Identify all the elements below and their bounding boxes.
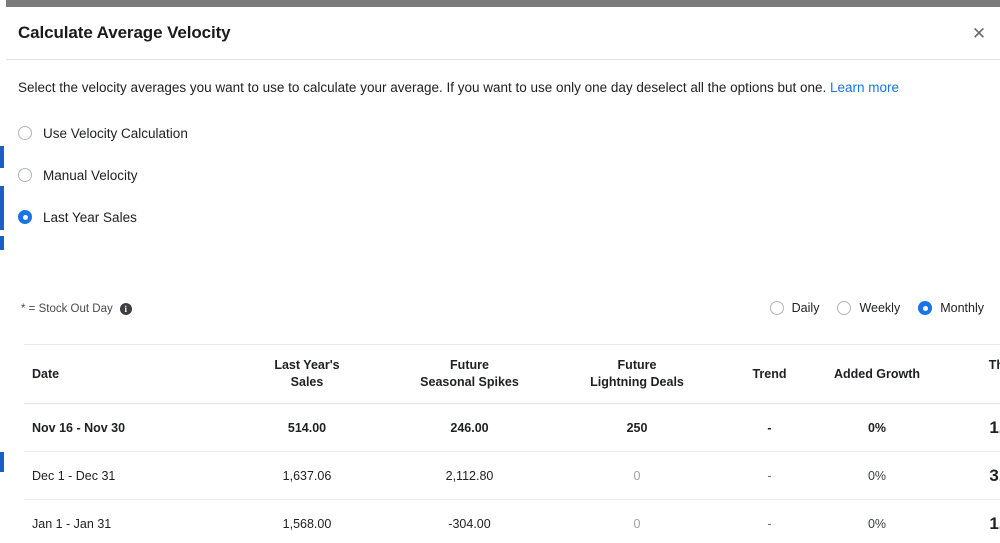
table-header: Date Last Year's Sales Future Seasonal Spi… (24, 344, 1000, 404)
cell-future-lightning-deals: 0 (557, 451, 717, 500)
cell-future-seasonal-spikes: 2,112.80 (382, 451, 557, 500)
column-header-future-seasonal-spikes[interactable]: Future Seasonal Spikes (382, 344, 557, 404)
period-option-daily[interactable]: Daily (769, 301, 820, 315)
velocity-option-label: Manual Velocity (43, 167, 138, 183)
close-icon[interactable]: ✕ (966, 21, 992, 47)
cell-date: Jan 1 - Jan 31 (24, 499, 232, 543)
cell-added-growth: 0% (822, 451, 932, 500)
calculate-average-velocity-dialog: Calculate Average Velocity ✕ Select the … (6, 7, 1000, 543)
column-header-future-lightning-deals[interactable]: Future Lightning Deals (557, 344, 717, 404)
column-header-trend[interactable]: Trend (717, 344, 822, 404)
column-header-last-years-sales[interactable]: Last Year's Sales (232, 344, 382, 404)
table-row[interactable]: Jan 1 - Jan 31 1,568.00 -304.00 0 - 0% 1… (24, 499, 1000, 543)
period-option-weekly[interactable]: Weekly (837, 301, 900, 315)
stock-out-legend: * = Stock Out Day i (21, 303, 132, 315)
table-row[interactable]: Dec 1 - Dec 31 1,637.06 2,112.80 0 - 0% … (24, 451, 1000, 500)
column-header-added-growth[interactable]: Added Growth (822, 344, 932, 404)
velocity-option-manual-velocity[interactable]: Manual Velocity (18, 154, 188, 196)
velocity-option-label: Use Velocity Calculation (43, 125, 188, 141)
table-body: Nov 16 - Nov 30 514.00 246.00 250 - 0% 1… (24, 403, 1000, 543)
cell-date: Dec 1 - Dec 31 (24, 451, 232, 500)
radio-icon-unchecked[interactable] (18, 168, 32, 182)
cell-trend: - (717, 451, 822, 500)
cell-this-years-velocity: 1,264.00 (932, 499, 1000, 543)
stock-out-legend-text: * = Stock Out Day (21, 303, 113, 315)
cell-future-lightning-deals: 0 (557, 499, 717, 543)
info-icon[interactable]: i (119, 303, 132, 315)
table-header-row: Date Last Year's Sales Future Seasonal Spi… (24, 344, 1000, 404)
cell-future-lightning-deals: 250 (557, 403, 717, 452)
period-option-label: Monthly (940, 301, 984, 315)
radio-icon-checked[interactable] (918, 301, 933, 315)
cell-future-seasonal-spikes: -304.00 (382, 499, 557, 543)
period-option-label: Weekly (859, 301, 901, 315)
period-option-label: Daily (791, 301, 820, 315)
radio-icon-unchecked[interactable] (18, 126, 32, 140)
cell-trend: - (717, 403, 822, 452)
cell-date: Nov 16 - Nov 30 (24, 403, 232, 452)
learn-more-link[interactable]: Learn more (830, 80, 899, 95)
radio-icon-checked[interactable] (18, 210, 32, 224)
background-accent-bar (0, 186, 4, 230)
cell-this-years-velocity: 1,010.00 (932, 403, 1000, 452)
cell-added-growth: 0% (822, 499, 932, 543)
velocity-option-use-velocity-calculation[interactable]: Use Velocity Calculation (18, 112, 188, 154)
background-accent-bar (0, 452, 4, 472)
cell-trend: - (717, 499, 822, 543)
period-option-monthly[interactable]: Monthly (918, 301, 984, 315)
velocity-table: Date Last Year's Sales Future Seasonal Spi… (24, 344, 1000, 543)
velocity-option-label: Last Year Sales (43, 209, 137, 225)
radio-icon-unchecked[interactable] (769, 301, 784, 315)
cell-last-years-sales: 514.00 (232, 403, 382, 452)
table-row[interactable]: Nov 16 - Nov 30 514.00 246.00 250 - 0% 1… (24, 403, 1000, 452)
column-header-date[interactable]: Date (24, 344, 232, 404)
dialog-title: Calculate Average Velocity (18, 23, 231, 42)
cell-future-seasonal-spikes: 246.00 (382, 403, 557, 452)
cell-this-years-velocity: 3,749.86 (932, 451, 1000, 500)
velocity-option-last-year-sales[interactable]: Last Year Sales (18, 196, 188, 238)
description-text: Select the velocity averages you want to… (18, 80, 827, 95)
background-accent-bar (0, 146, 4, 168)
column-header-this-years-velocity[interactable]: This Year'sVelocity (932, 344, 1000, 404)
radio-icon-unchecked[interactable] (837, 301, 852, 315)
cell-added-growth: 0% (822, 403, 932, 452)
velocity-option-group: Use Velocity Calculation Manual Velocity… (18, 112, 188, 238)
dialog-description: Select the velocity averages you want to… (18, 80, 899, 95)
cell-last-years-sales: 1,568.00 (232, 499, 382, 543)
period-toggle-group: Daily Weekly Monthly (752, 301, 984, 315)
cell-last-years-sales: 1,637.06 (232, 451, 382, 500)
background-accent-bar (0, 236, 4, 250)
dialog-header: Calculate Average Velocity ✕ (6, 7, 1000, 60)
